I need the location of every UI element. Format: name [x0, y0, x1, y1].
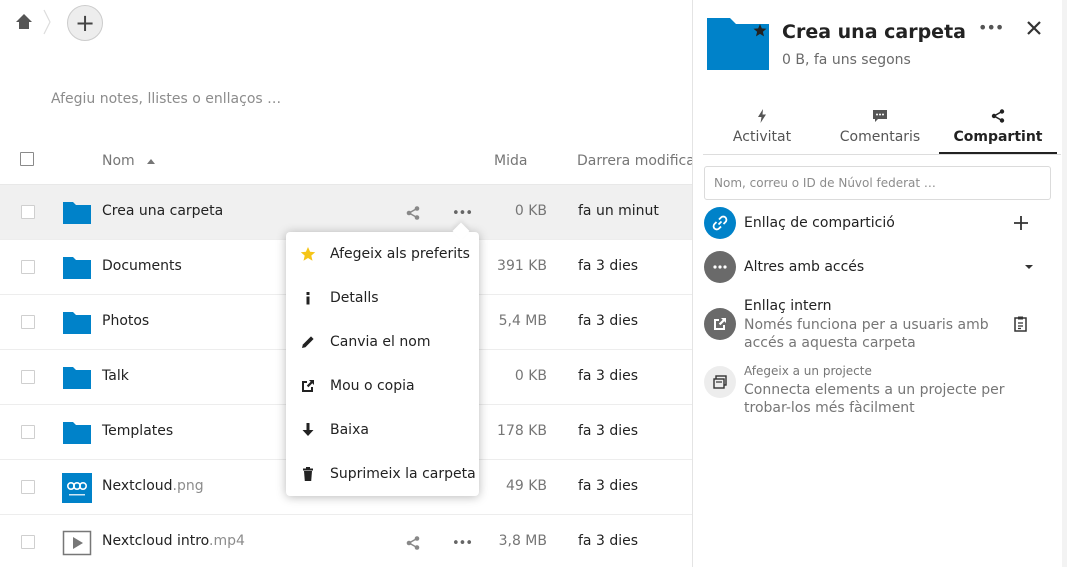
sidebar-subtitle: 0 B, fa uns segons: [782, 52, 911, 68]
row-checkbox[interactable]: [21, 535, 35, 549]
row-checkbox[interactable]: [21, 480, 35, 494]
file-name[interactable]: Photos: [102, 313, 149, 329]
column-header-name[interactable]: Nom: [102, 153, 135, 169]
file-modified: fa 3 dies: [578, 368, 638, 384]
file-name[interactable]: Talk: [102, 368, 129, 384]
file-actions-menu: Afegeix als preferits Detalls Canvia el …: [286, 232, 479, 496]
file-size: 0 KB: [514, 368, 547, 384]
row-checkbox[interactable]: [21, 425, 35, 439]
clipboard-icon[interactable]: [1012, 315, 1030, 333]
menu-item-details[interactable]: Detalls: [286, 277, 479, 321]
link-icon: [704, 207, 736, 239]
column-header-size[interactable]: Mida: [494, 153, 527, 169]
file-modified: fa 3 dies: [578, 533, 638, 549]
project-icon: [704, 366, 736, 398]
row-checkbox[interactable]: [21, 260, 35, 274]
share-icon: [991, 109, 1005, 123]
select-all-checkbox[interactable]: [20, 152, 34, 166]
file-name[interactable]: Templates: [102, 423, 173, 439]
share-icon[interactable]: [405, 535, 421, 551]
others-with-access-label: Altres amb accés: [744, 259, 865, 275]
file-size: 178 KB: [497, 423, 547, 439]
new-button[interactable]: +: [67, 5, 103, 41]
breadcrumb-separator-icon: [43, 9, 51, 35]
tab-sharing[interactable]: Compartint: [939, 104, 1057, 154]
sidebar-more-icon[interactable]: •••: [978, 18, 1004, 38]
add-to-project-row[interactable]: Afegeix a un projecte Connecta elements …: [704, 363, 1054, 419]
share-link-label: Enllaç de compartició: [744, 215, 895, 231]
table-row[interactable]: Nextcloud intro.mp4 ••• 3,8 MB fa 3 dies: [0, 515, 692, 567]
folder-icon: [707, 18, 769, 70]
file-size: 3,8 MB: [498, 533, 547, 549]
activity-icon: [758, 109, 766, 123]
comment-icon: [873, 110, 887, 122]
file-size: 391 KB: [497, 258, 547, 274]
close-icon[interactable]: [1023, 17, 1045, 39]
row-checkbox[interactable]: [21, 315, 35, 329]
share-search-input[interactable]: Nom, correu o ID de Núvol federat …: [704, 166, 1051, 200]
more-actions-icon[interactable]: •••: [452, 205, 473, 221]
home-icon[interactable]: [14, 12, 34, 32]
details-sidebar: Crea una carpeta 0 B, fa uns segons ••• …: [692, 0, 1067, 567]
menu-item-rename[interactable]: Canvia el nom: [286, 321, 479, 365]
menu-item-move-copy[interactable]: Mou o copia: [286, 365, 479, 409]
external-link-icon: [704, 308, 736, 340]
breadcrumb: +: [0, 0, 692, 46]
row-checkbox[interactable]: [21, 370, 35, 384]
file-modified: fa un minut: [578, 203, 659, 219]
file-name[interactable]: Nextcloud intro.mp4: [102, 533, 245, 549]
video-file-icon: [62, 530, 92, 556]
file-size: 0 KB: [514, 203, 547, 219]
file-list-header: Nom Mida Darrera modificació: [0, 140, 692, 185]
file-name[interactable]: Crea una carpeta: [102, 203, 223, 219]
row-checkbox[interactable]: [21, 205, 35, 219]
share-link-row: Enllaç de compartició: [704, 207, 1054, 239]
internal-link-description: Només funciona per a usuaris amb accés a…: [744, 317, 989, 351]
menu-item-download[interactable]: Baixa: [286, 409, 479, 453]
add-share-link-icon[interactable]: [1012, 214, 1030, 232]
files-list-panel: + Afegiu notes, llistes o enllaços … Nom…: [0, 0, 692, 567]
star-icon: [300, 247, 316, 261]
tab-activity[interactable]: Activitat: [703, 104, 821, 154]
menu-item-add-favorite[interactable]: Afegeix als preferits: [286, 233, 479, 277]
more-actions-icon[interactable]: •••: [452, 535, 473, 551]
add-to-project-label: Afegeix a un projecte: [744, 364, 872, 378]
internal-link-label: Enllaç intern: [744, 298, 832, 314]
menu-item-delete[interactable]: Suprimeix la carpeta: [286, 453, 479, 497]
tab-comments[interactable]: Comentaris: [821, 104, 939, 154]
delete-icon: [303, 467, 313, 481]
others-with-access-row[interactable]: Altres amb accés: [704, 251, 1054, 283]
chevron-down-icon[interactable]: [1020, 258, 1038, 276]
internal-link-row: Enllaç intern Només funciona per a usuar…: [704, 298, 1054, 354]
more-icon: [704, 251, 736, 283]
file-size: 5,4 MB: [498, 313, 547, 329]
file-name[interactable]: Nextcloud.png: [102, 478, 204, 494]
sidebar-tabs: Activitat Comentaris Compartint: [703, 104, 1061, 155]
share-icon[interactable]: [405, 205, 421, 221]
file-modified: fa 3 dies: [578, 313, 638, 329]
rich-workspace-placeholder[interactable]: Afegiu notes, llistes o enllaços …: [51, 91, 281, 107]
download-icon: [302, 423, 314, 436]
folder-icon: [63, 257, 91, 279]
folder-icon: [63, 422, 91, 444]
file-name[interactable]: Documents: [102, 258, 182, 274]
external-icon: [302, 380, 314, 392]
file-modified: fa 3 dies: [578, 423, 638, 439]
folder-icon: [63, 202, 91, 224]
folder-icon: [63, 312, 91, 334]
pencil-icon: [302, 336, 314, 348]
file-modified: fa 3 dies: [578, 478, 638, 494]
add-to-project-description: Connecta elements a un projecte per trob…: [744, 382, 1005, 416]
scrollbar[interactable]: [1062, 0, 1067, 567]
info-icon: [306, 292, 310, 305]
sidebar-title: Crea una carpeta: [782, 21, 966, 43]
image-thumbnail-icon: [62, 473, 92, 503]
file-size: 49 KB: [505, 478, 547, 494]
column-header-modified[interactable]: Darrera modificació: [577, 153, 692, 169]
file-modified: fa 3 dies: [578, 258, 638, 274]
folder-icon: [63, 367, 91, 389]
sort-ascending-icon: [147, 159, 155, 164]
